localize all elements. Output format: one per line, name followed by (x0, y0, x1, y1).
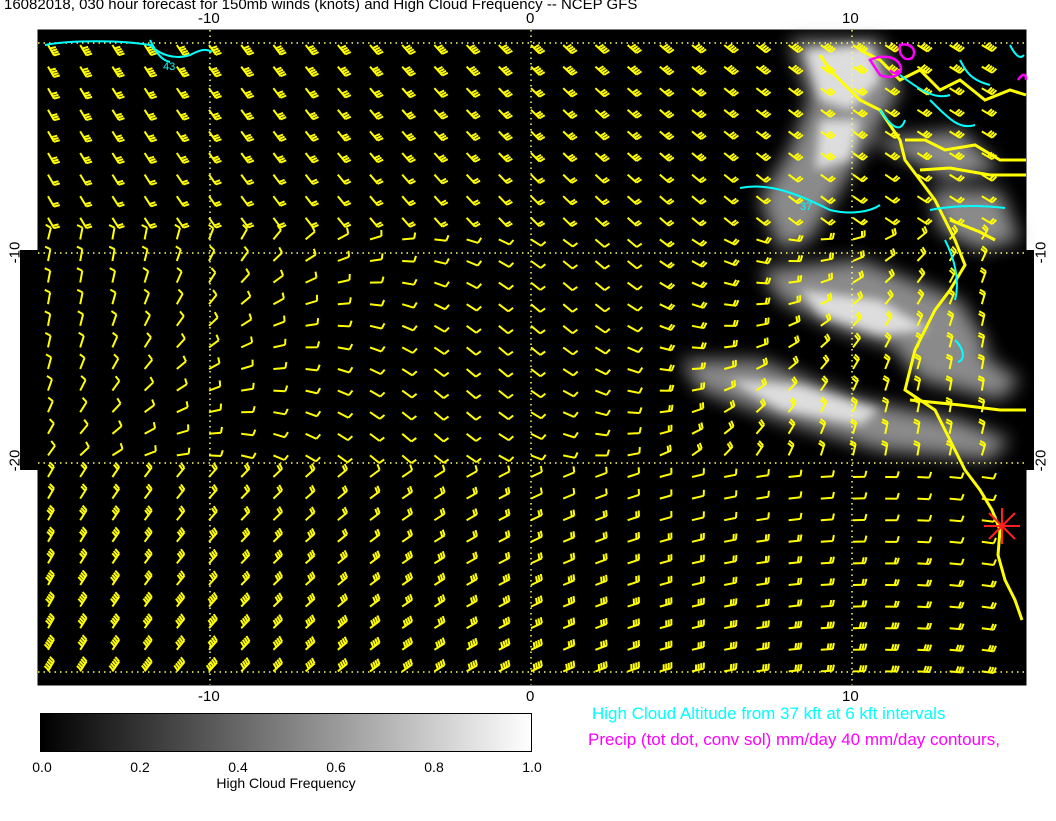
colorbar-tick: 1.0 (522, 759, 542, 775)
lon-tick-top-10: 10 (842, 10, 859, 27)
lon-tick-bottom-10: 10 (842, 688, 859, 705)
contour-label-43: 43 (163, 61, 175, 73)
right-bar (1026, 250, 1034, 470)
lon-tick-top-0: 0 (526, 10, 535, 27)
lon-tick-bottom-neg10: -10 (198, 688, 220, 705)
left-bar (20, 250, 38, 470)
colorbar-tick: 0.8 (424, 759, 444, 775)
contour-label-37: 37 (800, 201, 812, 213)
lat-tick-left-neg20: -20 (6, 449, 24, 472)
colorbar-tick: 0.0 (32, 759, 52, 775)
lat-tick-left-neg10: -10 (6, 241, 24, 264)
precip-legend: Precip (tot dot, conv sol) mm/day 40 mm/… (588, 730, 1000, 749)
lon-tick-bottom-0: 0 (526, 688, 535, 705)
lon-tick-top-neg10: -10 (198, 10, 220, 27)
cloud-altitude-legend: High Cloud Altitude from 37 kft at 6 kft… (592, 704, 946, 723)
colorbar-tick: 0.6 (326, 759, 346, 775)
map-frame (37, 29, 1027, 686)
lat-tick-right-neg10: -10 (1032, 241, 1050, 264)
lat-tick-right-neg20: -20 (1032, 449, 1050, 472)
cloud-frequency-colorbar (40, 713, 532, 752)
colorbar-label: High Cloud Frequency (216, 775, 356, 791)
colorbar-tick: 0.4 (228, 759, 248, 775)
red-star-marker (984, 508, 1020, 544)
colorbar-tick: 0.2 (130, 759, 150, 775)
